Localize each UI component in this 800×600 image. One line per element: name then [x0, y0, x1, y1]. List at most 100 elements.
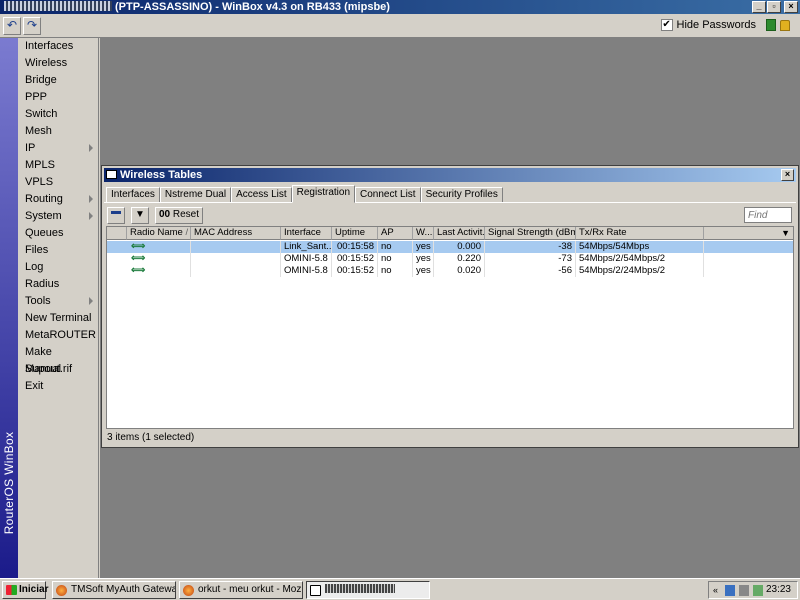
- cell-uptime: 00:15:52: [332, 253, 378, 265]
- sidebar-item-routing[interactable]: Routing: [18, 191, 99, 208]
- sidebar-item-ip[interactable]: IP: [18, 140, 99, 157]
- window-icon: [106, 170, 117, 179]
- column-header-wds[interactable]: W...: [413, 227, 434, 240]
- maximize-button[interactable]: ▫: [767, 1, 781, 13]
- tab-interfaces[interactable]: Interfaces: [106, 187, 160, 203]
- table-row[interactable]: ⟺ OMINI-5.8 00:15:52 no yes 0.220 -73 54…: [107, 253, 793, 265]
- sidebar-item-mpls[interactable]: MPLS: [18, 157, 99, 174]
- task-label: TMSoft MyAuth Gateway...: [71, 584, 175, 595]
- status-bar: 3 items (1 selected): [107, 432, 195, 443]
- sidebar-item-label: Bridge: [25, 74, 57, 86]
- column-header-radio-name[interactable]: Radio Name /: [127, 227, 191, 240]
- column-header-signal-strength[interactable]: Signal Strength (dBm): [485, 227, 576, 240]
- sidebar-item-label: Interfaces: [25, 40, 74, 52]
- windows-flag-icon: [6, 585, 17, 595]
- sidebar-item-make-supout[interactable]: Make Supout.rif: [18, 344, 99, 375]
- cell-mac: [191, 241, 281, 253]
- wireless-tables-window: Wireless Tables × Interfaces Nstreme Dua…: [101, 165, 799, 448]
- volume-icon[interactable]: [739, 585, 749, 596]
- remove-button[interactable]: [107, 207, 125, 224]
- reset-label: Reset: [172, 209, 200, 220]
- sidebar-item-files[interactable]: Files: [18, 242, 99, 259]
- sidebar-item-log[interactable]: Log: [18, 259, 99, 276]
- sidebar-item-switch[interactable]: Switch: [18, 106, 99, 123]
- sidebar-item-mesh[interactable]: Mesh: [18, 123, 99, 140]
- sidebar-menu: Interfaces Wireless Bridge PPP Switch Me…: [18, 38, 99, 578]
- column-header-last-activity[interactable]: Last Activit...: [434, 227, 485, 240]
- tab-nstreme-dual[interactable]: Nstreme Dual: [159, 187, 232, 203]
- cell-signal: -56: [485, 265, 576, 277]
- window-titlebar[interactable]: (PTP-ASSASSINO) - WinBox v4.3 on RB433 (…: [0, 0, 800, 14]
- wireless-tables-title: Wireless Tables: [120, 169, 203, 181]
- cell-ap: no: [378, 253, 413, 265]
- task-winbox[interactable]: [306, 581, 430, 599]
- column-header-mac-address[interactable]: MAC Address: [191, 227, 281, 240]
- cell-radio-name: [127, 241, 191, 253]
- lock-icon: [780, 19, 790, 31]
- tray-expand-icon[interactable]: «: [713, 585, 723, 596]
- sidebar-item-label: IP: [25, 142, 36, 154]
- task-myauth[interactable]: TMSoft MyAuth Gateway...: [52, 581, 176, 599]
- filter-button[interactable]: ▼: [131, 207, 149, 224]
- start-button[interactable]: Iniciar: [2, 581, 48, 599]
- hide-passwords[interactable]: ✔ Hide Passwords: [660, 19, 790, 31]
- sidebar-item-vpls[interactable]: VPLS: [18, 174, 99, 191]
- tab-access-list[interactable]: Access List: [231, 187, 292, 203]
- column-menu-icon[interactable]: ▼: [781, 227, 790, 239]
- table-row[interactable]: ⟺ Link_Sant... 00:15:58 no yes 0.000 -38…: [107, 241, 793, 253]
- registration-table: Radio Name / MAC Address Interface Uptim…: [106, 226, 794, 429]
- tab-connect-list[interactable]: Connect List: [355, 187, 421, 203]
- cell-interface: OMINI-5.8: [281, 265, 332, 277]
- sidebar-item-label: Wireless: [25, 57, 68, 69]
- wireless-tables-titlebar[interactable]: Wireless Tables ×: [104, 168, 796, 182]
- sidebar-item-system[interactable]: System: [18, 208, 99, 225]
- column-header-interface[interactable]: Interface: [281, 227, 332, 240]
- sidebar-item-label: MPLS: [25, 159, 55, 171]
- find-input[interactable]: [744, 207, 792, 223]
- tab-security-profiles[interactable]: Security Profiles: [420, 187, 503, 203]
- sidebar-item-exit[interactable]: Exit: [18, 378, 99, 395]
- cell-interface: OMINI-5.8: [281, 253, 332, 265]
- cell-signal: -38: [485, 241, 576, 253]
- cell-mac: [191, 265, 281, 277]
- window-close-button[interactable]: ×: [781, 169, 794, 181]
- minimize-button[interactable]: _: [752, 1, 766, 13]
- sidebar-item-label: Manual: [25, 363, 62, 375]
- undo-button[interactable]: ↶: [3, 17, 21, 35]
- sidebar-item-metarouter[interactable]: MetaROUTER: [18, 327, 99, 344]
- winbox-icon: [310, 585, 321, 596]
- sidebar-item-queues[interactable]: Queues: [18, 225, 99, 242]
- firefox-icon: [56, 585, 67, 596]
- firefox-icon: [183, 585, 194, 596]
- sidebar-item-tools[interactable]: Tools: [18, 293, 99, 310]
- sidebar-item-bridge[interactable]: Bridge: [18, 72, 99, 89]
- sidebar-item-ppp[interactable]: PPP: [18, 89, 99, 106]
- cell-interface: Link_Sant...: [281, 241, 332, 253]
- sidebar-item-radius[interactable]: Radius: [18, 276, 99, 293]
- sidebar-item-label: Exit: [25, 380, 44, 392]
- hide-passwords-label: Hide Passwords: [676, 19, 756, 31]
- tray-app-icon[interactable]: [753, 585, 763, 596]
- sidebar-item-interfaces[interactable]: Interfaces: [18, 38, 99, 55]
- sidebar-item-wireless[interactable]: Wireless: [18, 55, 99, 72]
- sidebar-item-label: System: [25, 210, 62, 222]
- redo-button[interactable]: ↷: [23, 17, 41, 35]
- hide-passwords-checkbox[interactable]: ✔: [660, 19, 673, 31]
- task-orkut[interactable]: orkut - meu orkut - Mozill...: [179, 581, 303, 599]
- reset-button[interactable]: 00 Reset: [155, 207, 203, 224]
- cell-signal: -73: [485, 253, 576, 265]
- clock: 23:23: [765, 584, 791, 595]
- cell-rate: 54Mbps/2/24Mbps/2: [576, 265, 704, 277]
- sidebar-item-label: Routing: [25, 193, 63, 205]
- sidebar-item-new-terminal[interactable]: New Terminal: [18, 310, 99, 327]
- sidebar-item-manual[interactable]: Manual: [18, 361, 99, 378]
- column-header-uptime[interactable]: Uptime: [332, 227, 378, 240]
- sidebar-item-label: Mesh: [25, 125, 52, 137]
- network-icon[interactable]: [725, 585, 735, 596]
- table-row[interactable]: ⟺ OMINI-5.8 00:15:52 no yes 0.020 -56 54…: [107, 265, 793, 277]
- tab-registration[interactable]: Registration: [291, 185, 355, 203]
- close-button[interactable]: ×: [784, 1, 798, 13]
- column-header-tx-rx-rate[interactable]: Tx/Rx Rate: [576, 227, 704, 240]
- minus-icon: [111, 211, 121, 214]
- column-header-ap[interactable]: AP: [378, 227, 413, 240]
